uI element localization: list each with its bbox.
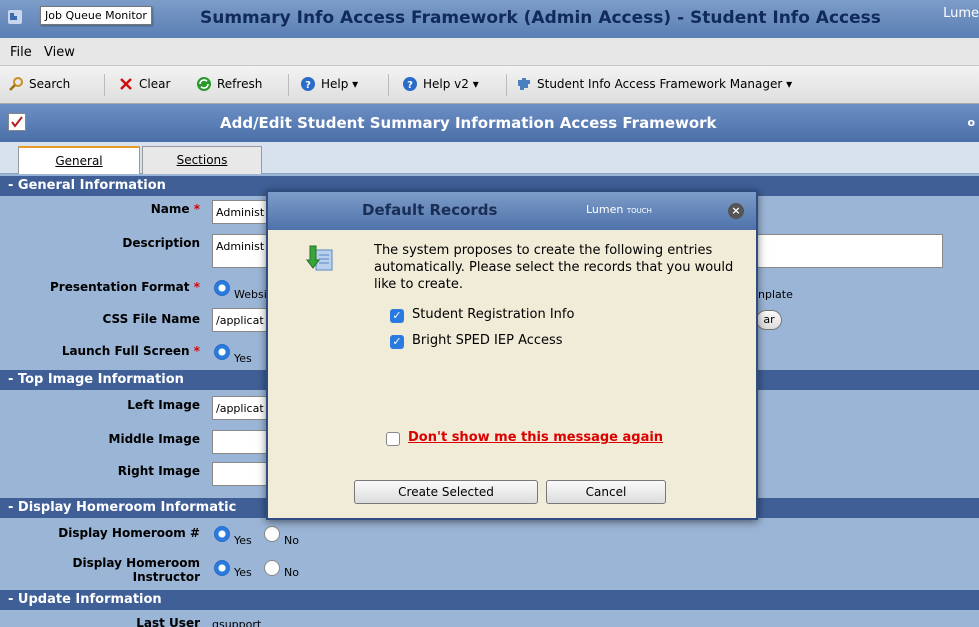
homeroom-num-no-label: No bbox=[284, 534, 299, 547]
dont-show-checkbox[interactable] bbox=[386, 432, 400, 446]
css-file-name-label: CSS File Name bbox=[102, 312, 200, 326]
launch-yes-label: Yes bbox=[234, 352, 252, 365]
window-title: Summary Info Access Framework (Admin Acc… bbox=[200, 8, 881, 28]
header-right-text: o bbox=[967, 116, 975, 129]
required-marker: * bbox=[193, 344, 200, 358]
description-textarea[interactable]: Administ bbox=[212, 234, 272, 268]
search-icon bbox=[9, 77, 23, 91]
svg-text:?: ? bbox=[407, 80, 413, 91]
refresh-button[interactable]: Refresh bbox=[196, 76, 262, 92]
middle-image-label: Middle Image bbox=[108, 432, 200, 446]
presentation-format-label: Presentation Format * bbox=[0, 280, 200, 294]
presentation-website-label: Websi bbox=[234, 288, 267, 301]
homeroom-num-no-radio[interactable] bbox=[264, 526, 280, 542]
homeroom-instructor-line2: Instructor bbox=[132, 570, 200, 584]
menu-bar: File View bbox=[0, 38, 979, 66]
launch-yes-radio[interactable] bbox=[214, 344, 230, 360]
dont-show-label[interactable]: Don't show me this message again bbox=[408, 430, 663, 445]
left-image-label: Left Image bbox=[127, 398, 200, 412]
homeroom-instructor-yes-label: Yes bbox=[234, 566, 252, 579]
middle-image-input[interactable] bbox=[212, 430, 272, 454]
homeroom-instructor-no-radio[interactable] bbox=[264, 560, 280, 576]
homeroom-num-yes-radio[interactable] bbox=[214, 526, 230, 542]
launch-full-screen-label: Launch Full Screen * bbox=[0, 344, 200, 358]
display-homeroom-num-label: Display Homeroom # bbox=[58, 526, 200, 540]
search-label: Search bbox=[29, 77, 71, 91]
default-records-dialog: Default Records Lumen TOUCH × The system… bbox=[266, 190, 758, 520]
clear-label: Clear bbox=[139, 77, 171, 91]
close-icon[interactable]: × bbox=[728, 203, 744, 219]
homeroom-instructor-line1: Display Homeroom bbox=[72, 556, 201, 570]
toolbar-separator bbox=[506, 74, 507, 96]
left-image-input[interactable]: /applicat bbox=[212, 396, 272, 420]
clear-x-icon bbox=[120, 78, 132, 90]
refresh-icon bbox=[197, 77, 211, 91]
search-button[interactable]: Search bbox=[8, 76, 70, 92]
last-user-value: gsupport bbox=[212, 618, 262, 627]
app-puzzle-icon bbox=[8, 10, 22, 24]
student-registration-checkbox[interactable]: ✓ bbox=[390, 309, 404, 323]
puzzle-icon bbox=[518, 78, 530, 90]
create-selected-button[interactable]: Create Selected bbox=[354, 480, 538, 504]
css-file-name-input[interactable]: /applicat bbox=[212, 308, 272, 332]
framework-manager-label: Student Info Access Framework Manager ▾ bbox=[537, 77, 793, 91]
right-image-input[interactable] bbox=[212, 462, 272, 486]
menu-file[interactable]: File bbox=[10, 45, 32, 60]
css-clear-button[interactable]: ar bbox=[756, 310, 782, 330]
tab-general[interactable]: General bbox=[18, 146, 140, 174]
presentation-website-radio[interactable] bbox=[214, 280, 230, 296]
name-input[interactable]: Administ bbox=[212, 200, 272, 224]
tab-sections[interactable]: Sections bbox=[142, 146, 262, 174]
student-registration-label: Student Registration Info bbox=[412, 307, 575, 322]
section-update-information[interactable]: - Update Information bbox=[0, 590, 979, 610]
toolbar-separator bbox=[388, 74, 389, 96]
required-marker: * bbox=[193, 202, 200, 216]
toolbar-separator bbox=[288, 74, 289, 96]
description-label: Description bbox=[122, 236, 200, 250]
brand-logo: Lume bbox=[943, 6, 979, 21]
toolbar-separator bbox=[104, 74, 105, 96]
svg-text:?: ? bbox=[305, 80, 311, 91]
framework-manager-button[interactable]: Student Info Access Framework Manager ▾ bbox=[516, 76, 792, 92]
dialog-logo-text: Lumen bbox=[586, 203, 624, 216]
refresh-label: Refresh bbox=[217, 77, 263, 91]
download-list-icon bbox=[306, 245, 333, 271]
dialog-logo: Lumen TOUCH bbox=[586, 203, 652, 216]
menu-view[interactable]: View bbox=[44, 45, 75, 60]
cancel-button[interactable]: Cancel bbox=[546, 480, 666, 504]
dialog-message: The system proposes to create the follow… bbox=[374, 243, 734, 292]
checkmark-icon bbox=[8, 113, 26, 131]
help-button[interactable]: ? Help ▾ bbox=[300, 76, 358, 92]
dialog-logo-sub: TOUCH bbox=[626, 207, 652, 215]
help-icon: ? bbox=[403, 77, 417, 91]
homeroom-instructor-no-label: No bbox=[284, 566, 299, 579]
page-header: Add/Edit Student Summary Information Acc… bbox=[0, 104, 979, 142]
presentation-format-label-text: Presentation Format bbox=[49, 280, 190, 294]
presentation-template-label: nplate bbox=[758, 288, 793, 301]
tooltip-job-queue-monitor: Job Queue Monitor bbox=[40, 6, 152, 25]
toolbar: Search Clear Refresh ? Help ▾ ? Help v2 … bbox=[0, 66, 979, 104]
description-textarea-right[interactable] bbox=[756, 234, 943, 268]
help-label: Help ▾ bbox=[321, 77, 359, 91]
name-label: Name * bbox=[0, 202, 200, 216]
clear-button[interactable]: Clear bbox=[118, 76, 170, 92]
dialog-header: Default Records Lumen TOUCH × bbox=[268, 192, 756, 230]
homeroom-num-yes-label: Yes bbox=[234, 534, 252, 547]
page-title: Add/Edit Student Summary Information Acc… bbox=[220, 114, 717, 132]
bright-sped-checkbox[interactable]: ✓ bbox=[390, 335, 404, 349]
tab-strip: General Sections bbox=[0, 142, 979, 174]
help-v2-button[interactable]: ? Help v2 ▾ bbox=[402, 76, 479, 92]
launch-full-screen-label-text: Launch Full Screen bbox=[61, 344, 190, 358]
help-icon: ? bbox=[301, 77, 315, 91]
bright-sped-label: Bright SPED IEP Access bbox=[412, 333, 563, 348]
required-marker: * bbox=[193, 280, 200, 294]
homeroom-instructor-yes-radio[interactable] bbox=[214, 560, 230, 576]
help-v2-label: Help v2 ▾ bbox=[423, 77, 479, 91]
right-image-label: Right Image bbox=[117, 464, 200, 478]
display-homeroom-instructor-label: Display Homeroom Instructor bbox=[0, 556, 201, 584]
dialog-title: Default Records bbox=[362, 201, 498, 219]
last-user-label: Last User bbox=[136, 616, 200, 627]
name-label-text: Name bbox=[150, 202, 190, 216]
